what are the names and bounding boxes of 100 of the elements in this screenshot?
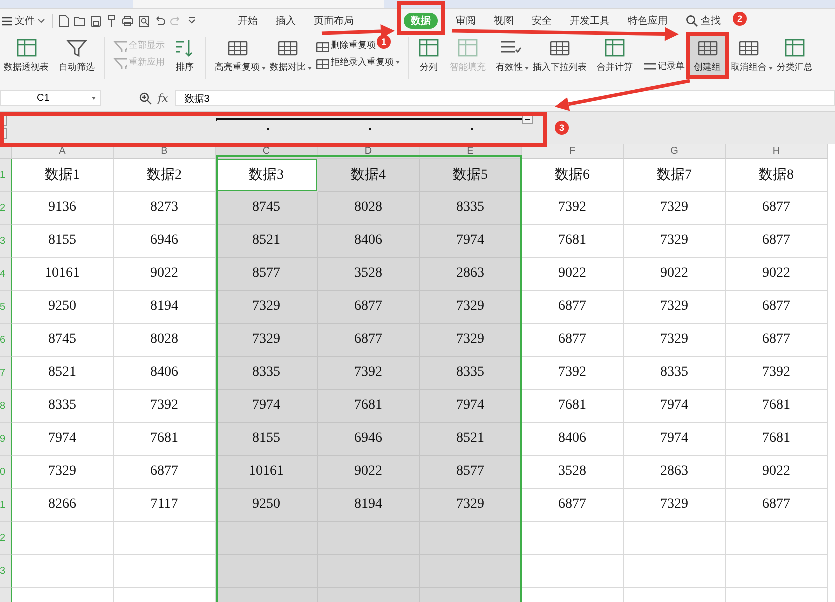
table-cell[interactable]: 6877 xyxy=(522,489,624,522)
ribbon-tab[interactable]: 视图 xyxy=(486,13,522,29)
table-cell[interactable]: 6877 xyxy=(726,489,828,522)
name-box[interactable]: C1 xyxy=(0,90,101,106)
table-cell[interactable] xyxy=(624,555,726,588)
ribbon-button[interactable]: 分类汇总 xyxy=(773,35,817,76)
table-cell[interactable]: 7681 xyxy=(318,390,420,423)
table-cell[interactable]: 7329 xyxy=(420,324,522,357)
table-cell[interactable]: 8335 xyxy=(420,192,522,225)
ribbon-tab[interactable]: 审阅 xyxy=(448,13,484,29)
table-cell[interactable]: 7329 xyxy=(216,291,318,324)
table-cell[interactable]: 8335 xyxy=(420,357,522,390)
save-button[interactable] xyxy=(88,14,104,28)
table-cell[interactable]: 8745 xyxy=(216,192,318,225)
table-cell[interactable]: 8155 xyxy=(12,225,114,258)
table-cell[interactable]: 6946 xyxy=(114,225,216,258)
table-cell[interactable]: 数据6 xyxy=(522,159,624,192)
table-cell[interactable]: 7329 xyxy=(624,324,726,357)
table-cell[interactable]: 数据5 xyxy=(420,159,522,192)
table-cell[interactable] xyxy=(726,555,828,588)
file-menu-button[interactable]: 文件 xyxy=(0,14,49,28)
table-cell[interactable]: 8521 xyxy=(216,225,318,258)
table-cell[interactable]: 8335 xyxy=(624,357,726,390)
table-cell[interactable]: 7392 xyxy=(726,357,828,390)
table-cell[interactable]: 8194 xyxy=(318,489,420,522)
table-cell[interactable] xyxy=(12,555,114,588)
table-cell[interactable]: 9022 xyxy=(114,258,216,291)
table-cell[interactable]: 6877 xyxy=(726,291,828,324)
ribbon-button[interactable]: 分列 xyxy=(414,35,444,76)
table-cell[interactable]: 6946 xyxy=(318,423,420,456)
table-cell[interactable] xyxy=(114,555,216,588)
ribbon-button[interactable]: 取消组合 xyxy=(727,35,771,76)
table-cell[interactable]: 2863 xyxy=(624,456,726,489)
column-header[interactable]: F xyxy=(522,144,624,159)
table-cell[interactable]: 8266 xyxy=(12,489,114,522)
table-cell[interactable]: 8406 xyxy=(114,357,216,390)
ribbon-button[interactable]: 排序 xyxy=(170,35,200,76)
ribbon-button[interactable]: 创建组 xyxy=(690,35,725,76)
table-cell[interactable]: 数据8 xyxy=(726,159,828,192)
ribbon-tab[interactable]: 开始 xyxy=(230,13,266,29)
table-cell[interactable] xyxy=(726,522,828,555)
table-cell[interactable]: 7392 xyxy=(114,390,216,423)
table-cell[interactable]: 7329 xyxy=(624,225,726,258)
table-cell[interactable] xyxy=(420,522,522,555)
ribbon-button[interactable]: 记录单 xyxy=(639,60,688,73)
table-cell[interactable]: 7974 xyxy=(216,390,318,423)
table-cell[interactable]: 6877 xyxy=(522,291,624,324)
table-cell[interactable]: 8335 xyxy=(12,390,114,423)
table-cell[interactable]: 7392 xyxy=(522,357,624,390)
table-cell[interactable]: 6877 xyxy=(726,225,828,258)
table-cell[interactable]: 9022 xyxy=(318,456,420,489)
table-cell[interactable] xyxy=(522,522,624,555)
table-cell[interactable]: 7392 xyxy=(522,192,624,225)
table-cell[interactable]: 7329 xyxy=(420,291,522,324)
table-cell[interactable]: 数据4 xyxy=(318,159,420,192)
print-button[interactable] xyxy=(120,14,136,28)
table-cell[interactable]: 数据7 xyxy=(624,159,726,192)
table-cell[interactable]: 8406 xyxy=(522,423,624,456)
table-cell[interactable]: 8273 xyxy=(114,192,216,225)
table-cell[interactable]: 8155 xyxy=(216,423,318,456)
table-cell[interactable]: 6877 xyxy=(726,192,828,225)
table-cell[interactable]: 7329 xyxy=(624,489,726,522)
table-cell[interactable] xyxy=(420,555,522,588)
table-cell[interactable]: 7681 xyxy=(522,225,624,258)
table-cell[interactable]: 3528 xyxy=(522,456,624,489)
table-cell[interactable]: 3528 xyxy=(318,258,420,291)
table-cell[interactable] xyxy=(522,555,624,588)
search-button[interactable]: 查找 xyxy=(678,13,729,29)
table-cell[interactable]: 6877 xyxy=(726,324,828,357)
table-cell[interactable]: 6877 xyxy=(318,324,420,357)
table-cell[interactable]: 2863 xyxy=(420,258,522,291)
table-cell[interactable]: 6877 xyxy=(114,456,216,489)
table-cell[interactable]: 8577 xyxy=(216,258,318,291)
table-cell[interactable]: 8335 xyxy=(216,357,318,390)
table-cell[interactable]: 10161 xyxy=(216,456,318,489)
folder-button[interactable] xyxy=(72,14,88,28)
table-cell[interactable]: 10161 xyxy=(12,258,114,291)
table-cell[interactable]: 7974 xyxy=(624,423,726,456)
ribbon-tab[interactable]: 安全 xyxy=(524,13,560,29)
table-cell[interactable]: 9136 xyxy=(12,192,114,225)
table-cell[interactable]: 7681 xyxy=(114,423,216,456)
table-cell[interactable]: 7681 xyxy=(522,390,624,423)
table-cell[interactable] xyxy=(114,522,216,555)
table-cell[interactable]: 8028 xyxy=(318,192,420,225)
table-cell[interactable]: 7974 xyxy=(420,225,522,258)
table-cell[interactable]: 7974 xyxy=(420,390,522,423)
ribbon-button[interactable]: 数据对比 xyxy=(266,35,310,76)
table-cell[interactable]: 7329 xyxy=(624,291,726,324)
ribbon-button[interactable]: 自动筛选 xyxy=(55,35,99,76)
table-cell[interactable]: 7329 xyxy=(216,324,318,357)
ribbon-button[interactable]: 插入下拉列表 xyxy=(529,35,591,76)
table-cell[interactable]: 6877 xyxy=(522,324,624,357)
table-cell[interactable]: 9022 xyxy=(624,258,726,291)
table-cell[interactable]: 数据3 xyxy=(216,159,318,192)
ribbon-tab[interactable]: 页面布局 xyxy=(306,13,362,29)
table-cell[interactable] xyxy=(216,522,318,555)
table-cell[interactable]: 8745 xyxy=(12,324,114,357)
ribbon-button[interactable]: 拒绝录入重复项 xyxy=(312,56,403,69)
table-cell[interactable]: 9022 xyxy=(726,258,828,291)
table-cell[interactable]: 8577 xyxy=(420,456,522,489)
